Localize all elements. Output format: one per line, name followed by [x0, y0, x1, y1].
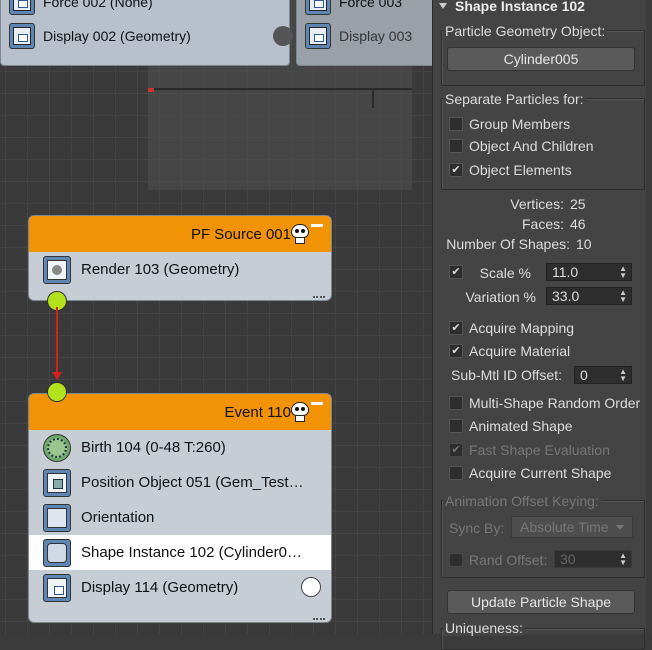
top-node-force-row[interactable]: Force 002 (None) [9, 0, 153, 17]
top-node-force-label-2: Force 003 [339, 0, 403, 10]
event-row-shape-instance[interactable]: Shape Instance 102 (Cylinder0… [29, 535, 331, 570]
collapse-icon[interactable] [311, 402, 323, 405]
event-header[interactable]: Event 110 [29, 394, 331, 430]
acquire-current-shape-checkbox[interactable]: Acquire Current Shape [449, 465, 611, 481]
collapse-arrow-icon [439, 3, 447, 9]
event-node-top-right[interactable]: Force 003 Display 003 [296, 0, 438, 66]
event-row-display[interactable]: Display 114 (Geometry) [29, 570, 331, 605]
rand-offset-checkbox[interactable]: Rand Offset: [449, 552, 547, 568]
display-color-swatch[interactable] [301, 577, 321, 597]
canvas-red-marker [148, 88, 154, 92]
group-members-checkbox[interactable]: Group Members [449, 116, 570, 132]
node-resize-grip[interactable] [313, 290, 325, 298]
force-icon [9, 0, 35, 15]
acquire-material-checkbox[interactable]: ✔ Acquire Material [449, 343, 570, 359]
sub-mtl-id-offset-spinner[interactable]: 0 ▲ ▼ [574, 366, 632, 384]
collapse-icon[interactable] [311, 224, 323, 227]
shape-instance-icon [43, 538, 71, 567]
birth-icon [43, 433, 71, 462]
display-icon [9, 23, 35, 49]
rollout-title: Shape Instance 102 [455, 0, 585, 14]
geometry-object-button[interactable]: Cylinder005 [447, 47, 635, 71]
separate-group-label: Separate Particles for: [443, 91, 586, 107]
scale-label: Scale % [479, 265, 531, 281]
top-node-display-label-2: Display 003 [339, 28, 413, 44]
force-icon [305, 0, 331, 15]
vertices-value: 25 [570, 196, 586, 212]
top-node-display-row[interactable]: Display 002 (Geometry) [9, 21, 191, 51]
update-particle-shape-button[interactable]: Update Particle Shape [447, 590, 635, 614]
event-row-birth[interactable]: Birth 104 (0-48 T:260) [29, 430, 331, 465]
display-icon [43, 573, 71, 602]
event-row-label: Orientation [81, 509, 155, 526]
event-node-top-left[interactable]: Force 002 (None) Display 002 (Geometry) [0, 0, 293, 66]
pf-source-title: PF Source 001 [190, 225, 291, 243]
faces-label: Faces: [521, 216, 564, 232]
canvas-connector-tick [372, 88, 374, 108]
faces-value: 46 [570, 216, 586, 232]
geometry-group-label: Particle Geometry Object: [443, 23, 608, 39]
variation-label: Variation % [465, 289, 536, 305]
acquire-mapping-checkbox[interactable]: ✔ Acquire Mapping [449, 320, 574, 336]
event-wire [56, 307, 58, 379]
event-row-label: Shape Instance 102 (Cylinder0… [81, 544, 302, 561]
event-row-orientation[interactable]: Orientation [29, 500, 331, 535]
event-node[interactable]: Event 110 Birth 104 (0-48 T:260) Positio… [28, 393, 332, 623]
event-row-position-object[interactable]: Position Object 051 (Gem_Test… [29, 465, 331, 500]
wire-arrowhead [52, 372, 62, 380]
skull-icon[interactable] [291, 224, 309, 244]
source-row-render[interactable]: Render 103 (Geometry) [29, 252, 331, 287]
object-elements-checkbox[interactable]: ✔ Object Elements [449, 162, 572, 178]
rollout-header[interactable]: Shape Instance 102 [439, 0, 585, 16]
number-of-shapes-value: 10 [576, 236, 592, 252]
event-title: Event 110 [224, 403, 291, 421]
orientation-icon [43, 503, 71, 532]
display-toggle-dot[interactable] [273, 26, 293, 46]
event-input-port[interactable] [47, 382, 67, 402]
top-node-force-label: Force 002 (None) [43, 0, 153, 10]
top-node-display-row-2[interactable]: Display 003 [305, 21, 412, 51]
event-row-label: Display 114 (Geometry) [81, 579, 239, 596]
top-node-display-label: Display 002 (Geometry) [43, 28, 191, 44]
render-icon [43, 255, 71, 284]
pf-source-header[interactable]: PF Source 001 [29, 216, 331, 252]
particle-view-canvas[interactable]: Force 002 (None) Display 002 (Geometry) … [0, 0, 438, 634]
chevron-down-icon [616, 525, 624, 530]
scale-spinner[interactable]: 11.0 ▲ ▼ [546, 263, 632, 281]
multi-shape-random-order-checkbox[interactable]: Multi-Shape Random Order [449, 395, 640, 411]
position-object-icon [43, 468, 71, 497]
variation-spinner[interactable]: 33.0 ▲ ▼ [546, 287, 632, 305]
sub-mtl-id-offset-label: Sub-Mtl ID Offset: [451, 367, 562, 383]
vertices-label: Vertices: [510, 196, 564, 212]
number-of-shapes-label: Number Of Shapes: [446, 236, 570, 252]
panel-scrollbar[interactable] [646, 0, 652, 634]
sync-by-dropdown[interactable]: Absolute Time [511, 516, 633, 538]
object-and-children-checkbox[interactable]: Object And Children [449, 138, 594, 154]
skull-icon[interactable] [291, 402, 309, 422]
sync-by-label: Sync By: [449, 520, 505, 536]
event-row-label: Birth 104 (0-48 T:260) [81, 439, 226, 456]
fast-shape-evaluation-checkbox[interactable]: ✔ Fast Shape Evaluation [449, 442, 610, 458]
source-row-label: Render 103 (Geometry) [81, 261, 240, 278]
display-icon [305, 23, 331, 49]
parameters-panel: Shape Instance 102 Particle Geometry Obj… [432, 0, 652, 650]
animation-offset-group-label: Animation Offset Keying: [443, 493, 601, 509]
event-row-label: Position Object 051 (Gem_Test… [81, 474, 304, 491]
node-resize-grip[interactable] [313, 612, 325, 620]
pf-source-node[interactable]: PF Source 001 Render 103 (Geometry) [28, 215, 332, 301]
top-node-force-row-2[interactable]: Force 003 [305, 0, 402, 17]
rand-offset-spinner[interactable]: 30 ▲ ▼ [554, 550, 632, 568]
animated-shape-checkbox[interactable]: Animated Shape [449, 418, 573, 434]
